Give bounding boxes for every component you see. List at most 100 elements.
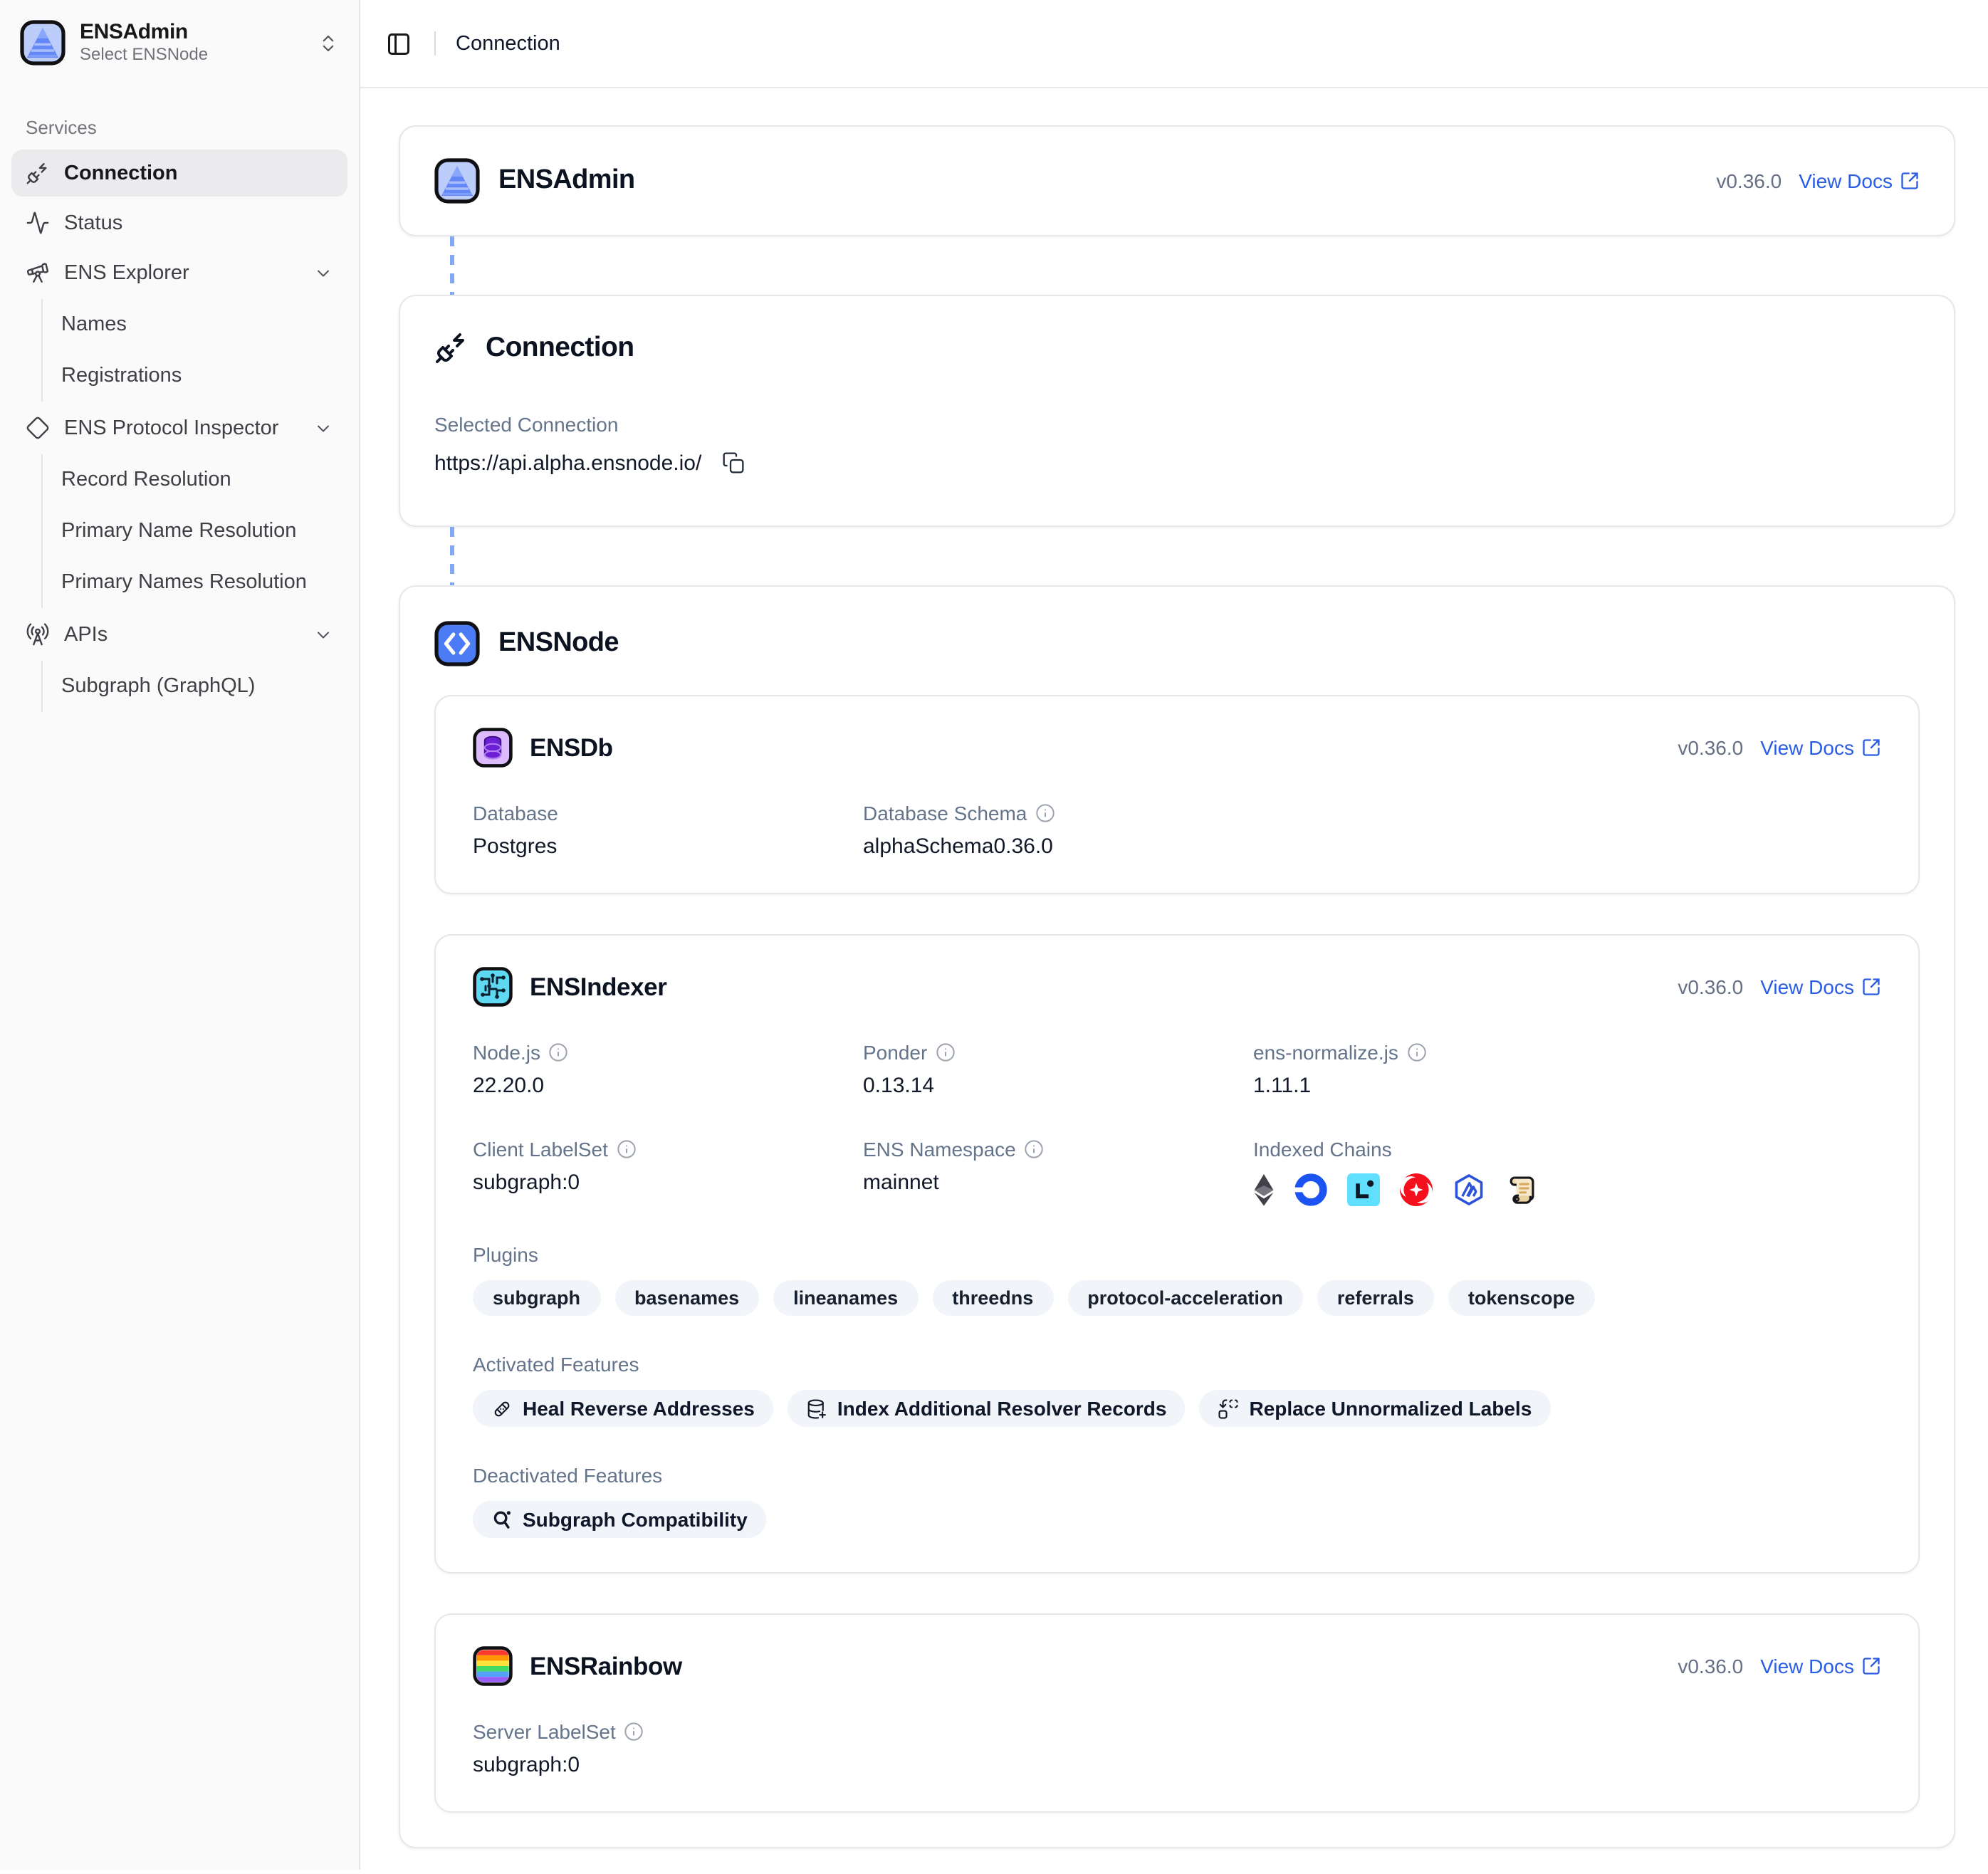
ensadmin-card-title: ENSAdmin (498, 165, 635, 197)
ensadmin-card-icon (434, 158, 480, 204)
feature-label: Replace Unnormalized Labels (1250, 1397, 1532, 1420)
sidebar-item-label: Registrations (61, 365, 182, 387)
linea-chain-icon (1347, 1173, 1380, 1205)
info-icon[interactable] (624, 1722, 644, 1742)
sidebar-item-primary-name-resolution[interactable]: Primary Name Resolution (47, 506, 347, 557)
database-plus-icon (806, 1398, 827, 1419)
external-link-icon (1861, 738, 1881, 758)
ensdb-card: ENSDb v0.36.0 View Docs (434, 695, 1920, 894)
chevron-down-icon (313, 418, 333, 438)
sidebar-item-apis[interactable]: APIs (11, 611, 347, 658)
sidebar-item-subgraph-graphql[interactable]: Subgraph (GraphQL) (47, 661, 347, 712)
app-title: ENSAdmin (80, 20, 303, 45)
sidebar-item-ens-explorer[interactable]: ENS Explorer (11, 249, 347, 296)
ens-explorer-children: Names Registrations (41, 299, 347, 402)
plugin-badge: protocol-acceleration (1067, 1280, 1303, 1316)
plugin-badge: tokenscope (1448, 1280, 1595, 1316)
ensadmin-version: v0.36.0 (1716, 169, 1782, 192)
ethereum-chain-icon (1253, 1173, 1275, 1205)
ensdb-view-docs-link[interactable]: View Docs (1760, 736, 1881, 759)
ensindexer-view-docs-link[interactable]: View Docs (1760, 975, 1881, 998)
sidebar-item-ens-protocol-inspector[interactable]: ENS Protocol Inspector (11, 404, 347, 451)
ensnode-selector[interactable]: ENSAdmin Select ENSNode (11, 11, 347, 74)
connection-card-title: Connection (486, 331, 634, 364)
view-docs-label: View Docs (1760, 975, 1854, 998)
client-labelset-label: Client LabelSet (473, 1138, 608, 1161)
ensdb-icon (473, 728, 513, 768)
replace-icon (1218, 1398, 1240, 1419)
the-graph-icon (491, 1509, 513, 1530)
info-icon[interactable] (1035, 803, 1055, 823)
feature-badge-heal-reverse-addresses: Heal Reverse Addresses (473, 1390, 773, 1427)
connection-url: https://api.alpha.ensnode.io/ (434, 451, 701, 475)
plugin-badge: lineanames (773, 1280, 918, 1316)
ens-normalize-value: 1.11.1 (1253, 1074, 1881, 1098)
optimism-chain-icon (1400, 1173, 1433, 1205)
deactivated-features-list: Subgraph Compatibility (473, 1501, 1881, 1538)
plug-zap-icon (434, 330, 469, 365)
ponder-label: Ponder (863, 1041, 927, 1064)
info-icon[interactable] (936, 1042, 956, 1062)
plugin-badge: basenames (614, 1280, 759, 1316)
database-schema-label: Database Schema (863, 802, 1027, 825)
ens-namespace-label: ENS Namespace (863, 1138, 1016, 1161)
activated-features-label: Activated Features (473, 1353, 1881, 1376)
view-docs-label: View Docs (1760, 1655, 1854, 1677)
info-icon[interactable] (1025, 1139, 1045, 1159)
card-connector-line (450, 527, 454, 585)
ensrainbow-card-title: ENSRainbow (530, 1651, 682, 1681)
server-labelset-label: Server LabelSet (473, 1720, 616, 1743)
sidebar-item-registrations[interactable]: Registrations (47, 350, 347, 402)
copy-url-button[interactable] (716, 446, 750, 480)
ensadmin-view-docs-link[interactable]: View Docs (1799, 169, 1920, 192)
external-link-icon (1861, 977, 1881, 997)
indexed-chains-field: Indexed Chains (1253, 1138, 1881, 1206)
plugins-list: subgraph basenames lineanames threedns p… (473, 1280, 1881, 1316)
plugin-badge: referrals (1317, 1280, 1434, 1316)
feature-badge-subgraph-compatibility: Subgraph Compatibility (473, 1501, 766, 1538)
sidebar-item-record-resolution[interactable]: Record Resolution (47, 454, 347, 506)
plugin-badge: threedns (932, 1280, 1053, 1316)
chevrons-up-down-icon (318, 32, 339, 53)
plugins-label: Plugins (473, 1243, 1881, 1266)
apis-children: Subgraph (GraphQL) (41, 661, 347, 712)
ensnode-card: ENSNode ENSDb (399, 585, 1955, 1848)
client-labelset-field: Client LabelSet subgraph:0 (473, 1138, 863, 1206)
indexed-chains-list (1253, 1172, 1881, 1206)
services-section-label: Services (11, 117, 347, 138)
feature-badge-replace-unnormalized-labels: Replace Unnormalized Labels (1200, 1390, 1551, 1427)
ensadmin-logo-icon (20, 20, 66, 66)
ponder-value: 0.13.14 (863, 1074, 1253, 1098)
ensrainbow-view-docs-link[interactable]: View Docs (1760, 1655, 1881, 1677)
selected-connection-label: Selected Connection (434, 413, 1920, 436)
sidebar-item-status[interactable]: Status (11, 199, 347, 246)
main-area: Connection ENSAdmin v0.36.0 View Docs (360, 0, 1988, 1870)
sidebar-item-connection[interactable]: Connection (11, 150, 347, 197)
base-chain-icon (1294, 1173, 1327, 1205)
sidebar-nav: Connection Status (11, 147, 347, 715)
ensindexer-version: v0.36.0 (1678, 975, 1743, 998)
sidebar-item-names[interactable]: Names (47, 299, 347, 350)
scroll-chain-icon (1505, 1173, 1538, 1205)
sidebar-toggle-button[interactable] (377, 22, 420, 65)
sidebar-item-primary-names-resolution[interactable]: Primary Names Resolution (47, 557, 347, 608)
view-docs-label: View Docs (1799, 169, 1893, 192)
ensadmin-card: ENSAdmin v0.36.0 View Docs (399, 125, 1955, 236)
ensindexer-icon (473, 967, 513, 1007)
feature-badge-index-additional-resolver-records: Index Additional Resolver Records (788, 1390, 1186, 1427)
feature-label: Subgraph Compatibility (523, 1508, 748, 1531)
ensnode-icon (434, 621, 480, 666)
view-docs-label: View Docs (1760, 736, 1854, 759)
info-icon[interactable] (549, 1042, 569, 1062)
app-subtitle: Select ENSNode (80, 46, 303, 66)
plugin-badge: subgraph (473, 1280, 600, 1316)
sidebar-item-label: Names (61, 313, 127, 336)
connection-page: ENSAdmin v0.36.0 View Docs (360, 88, 1988, 1874)
ens-normalize-field: ens-normalize.js 1.11.1 (1253, 1041, 1881, 1098)
deactivated-features-label: Deactivated Features (473, 1464, 1881, 1487)
feature-label: Index Additional Resolver Records (837, 1397, 1167, 1420)
info-icon[interactable] (1407, 1042, 1427, 1062)
copy-icon (721, 451, 744, 474)
info-icon[interactable] (617, 1139, 637, 1159)
server-labelset-field: Server LabelSet subgraph:0 (473, 1720, 863, 1777)
